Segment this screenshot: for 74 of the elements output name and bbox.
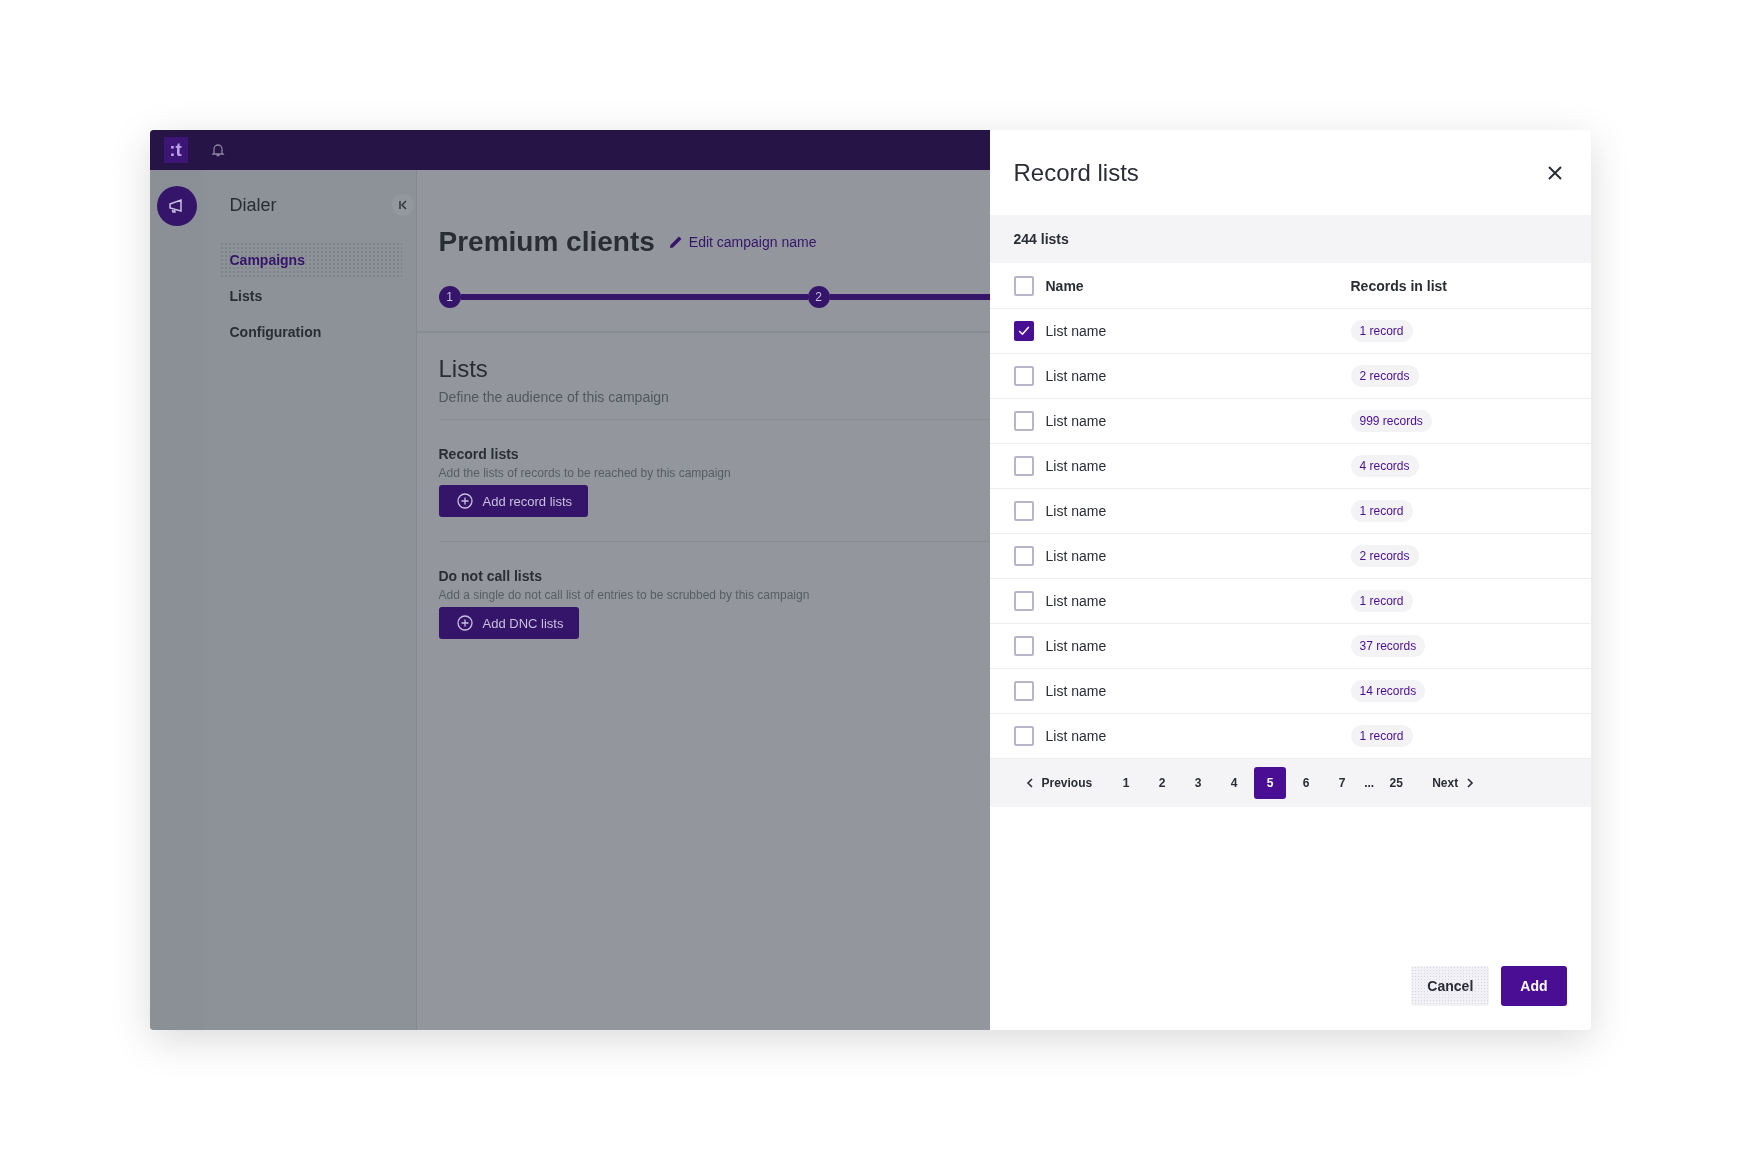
pencil-icon [668, 235, 683, 249]
row-checkbox[interactable] [1013, 681, 1034, 701]
list-name: List name [1045, 503, 1108, 519]
row-checkbox[interactable] [1013, 591, 1034, 611]
row-checkbox[interactable] [1013, 501, 1034, 521]
section-subtitle: Define the audience of this campaign [438, 389, 670, 405]
chevron-right-icon [1466, 778, 1475, 788]
record-count-tag: 4 records [1350, 455, 1419, 477]
page-button[interactable]: 6 [1290, 767, 1323, 799]
page-button[interactable]: 1 [1110, 767, 1143, 799]
nav-item[interactable]: Configuration [219, 314, 402, 350]
next-button[interactable]: Next [1430, 767, 1477, 799]
page-button[interactable]: 25 [1380, 767, 1413, 799]
record-count-tag: 14 records [1350, 680, 1426, 702]
list-count: 244 lists [1013, 231, 1069, 247]
page-button[interactable]: 7 [1326, 767, 1359, 799]
row-checkbox[interactable] [1013, 411, 1034, 431]
plus-circle-icon [456, 615, 473, 631]
group-title: Do not call lists [438, 568, 543, 584]
edit-link[interactable]: Edit campaign name [688, 234, 817, 250]
column-header: Name [1045, 277, 1085, 294]
group-description: Add a single do not call list of entries to be scrubbed by this campaign [438, 588, 811, 602]
list-name: List name [1045, 548, 1108, 564]
checkmark-icon [1017, 326, 1030, 336]
list-name: List name [1045, 728, 1108, 744]
select-all-checkbox[interactable] [1013, 275, 1034, 296]
step-marker: 1 [438, 286, 461, 308]
record-count-tag: 1 record [1350, 725, 1413, 747]
chevron-left-icon [1025, 778, 1034, 788]
add-button[interactable]: Add [1501, 966, 1567, 1006]
page-button[interactable]: 4 [1218, 767, 1251, 799]
record-count-tag: 2 records [1350, 545, 1419, 567]
record-count-tag: 37 records [1350, 635, 1426, 657]
group-description: Add the lists of records to be reached by this campaign [438, 466, 732, 480]
section-title: Lists [438, 355, 489, 383]
previous-button[interactable]: Previous [1023, 767, 1095, 799]
ellipsis: ... [1363, 776, 1376, 790]
row-checkbox[interactable] [1013, 636, 1034, 656]
add-button[interactable]: Add record lists [438, 485, 589, 517]
page-button[interactable]: 2 [1146, 767, 1179, 799]
collapse-icon[interactable] [391, 194, 414, 216]
cancel-button[interactable]: Cancel [1411, 966, 1490, 1006]
record-count-tag: 1 record [1350, 500, 1413, 522]
bell-icon[interactable] [209, 142, 226, 158]
record-count-tag: 999 records [1350, 410, 1432, 432]
list-name: List name [1045, 593, 1108, 609]
logo[interactable]: :t [163, 137, 188, 163]
list-name: List name [1045, 413, 1108, 429]
list-name: List name [1045, 683, 1108, 699]
list-name: List name [1045, 323, 1108, 339]
record-count-tag: 1 record [1350, 320, 1413, 342]
list-name: List name [1045, 368, 1108, 384]
row-checkbox[interactable] [1013, 456, 1034, 476]
app-title: Dialer [229, 195, 278, 216]
row-checkbox[interactable] [1013, 546, 1034, 566]
group-title: Record lists [438, 446, 520, 462]
step-marker: 2 [807, 286, 830, 308]
plus-circle-icon [456, 493, 473, 509]
page-button[interactable]: 3 [1182, 767, 1215, 799]
nav-item[interactable]: Lists [219, 278, 402, 314]
row-checkbox[interactable] [1013, 726, 1034, 746]
record-count-tag: 1 record [1350, 590, 1413, 612]
page-title: Premium clients [438, 226, 655, 258]
list-name: List name [1045, 638, 1108, 654]
record-count-tag: 2 records [1350, 365, 1419, 387]
row-checkbox[interactable] [1013, 366, 1034, 386]
column-header: Records in list [1350, 277, 1447, 294]
row-checkbox[interactable] [1013, 321, 1034, 341]
list-name: List name [1045, 458, 1108, 474]
add-button[interactable]: Add DNC lists [438, 607, 580, 639]
drawer-title: Record lists [1013, 158, 1139, 187]
page-button[interactable]: 5 [1254, 767, 1287, 799]
nav-item[interactable]: Campaigns [219, 242, 402, 278]
megaphone-icon[interactable] [156, 186, 197, 226]
